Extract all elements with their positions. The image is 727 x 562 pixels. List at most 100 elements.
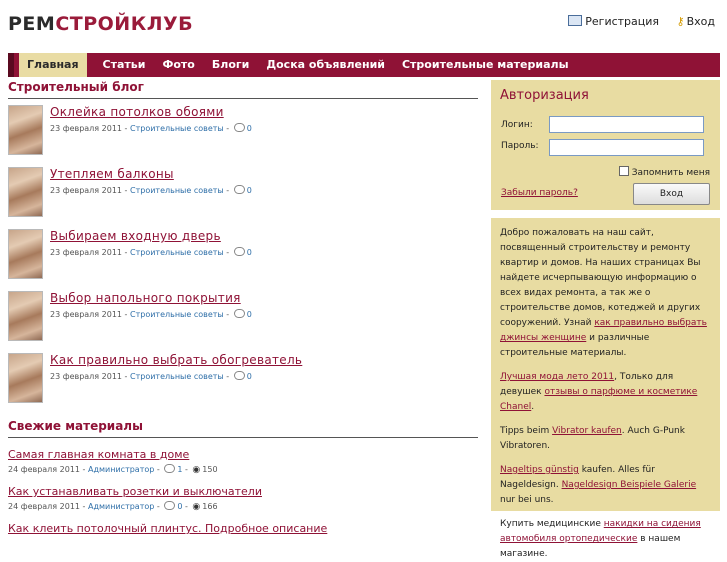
- sidebar: Авторизация Логин: Пароль: Запомнить мен…: [491, 80, 720, 559]
- forgot-password-link[interactable]: Забыли пароль?: [501, 188, 578, 198]
- blog-post: Выбор напольного покрытия 23 февраля 201…: [8, 285, 478, 347]
- auth-panel: Авторизация Логин: Пароль: Запомнить мен…: [491, 80, 720, 210]
- info-paragraph: Лучшая мода лето 2011, Только для девуше…: [500, 370, 711, 415]
- comment-bubble-icon: [233, 123, 245, 132]
- post-category-link[interactable]: Строительные советы: [130, 124, 224, 133]
- post-category-link[interactable]: Строительные советы: [130, 310, 224, 319]
- post-thumbnail[interactable]: [8, 167, 43, 217]
- fresh-item: Самая главная комната в доме 24 февраля …: [8, 448, 478, 475]
- info-text: Добро пожаловать на наш сайт, посвященны…: [500, 228, 701, 328]
- post-category-link[interactable]: Строительные советы: [130, 372, 224, 381]
- info-link[interactable]: Vibrator kaufen: [552, 426, 622, 436]
- views-count: 166: [202, 502, 218, 511]
- fresh-meta: 24 февраля 2011 - Администратор - 0 - ◉ 1…: [8, 501, 218, 512]
- info-paragraph: Nageltips günstig kaufen. Alles für Nage…: [500, 463, 711, 508]
- blog-section-title: Строительный блог: [8, 80, 478, 99]
- post-comments-link[interactable]: 0: [247, 310, 252, 319]
- info-panel: Добро пожаловать на наш сайт, посвященны…: [491, 218, 720, 559]
- post-comments-link[interactable]: 0: [247, 248, 252, 257]
- post-comments-link[interactable]: 0: [247, 186, 252, 195]
- login-input[interactable]: [549, 116, 704, 133]
- comment-bubble-icon: [164, 501, 176, 510]
- post-title-link[interactable]: Как правильно выбрать обогреватель: [50, 353, 302, 367]
- post-title-link[interactable]: Выбираем входную дверь: [50, 229, 221, 243]
- author-link[interactable]: Администратор: [88, 465, 154, 474]
- fresh-title-link[interactable]: Как клеить потолочный плинтус. Подробное…: [8, 522, 478, 535]
- fresh-section-title: Свежие материалы: [8, 419, 478, 438]
- post-category-link[interactable]: Строительные советы: [130, 186, 224, 195]
- comment-bubble-icon: [233, 247, 245, 256]
- fresh-title-link[interactable]: Самая главная комната в доме: [8, 448, 478, 461]
- comment-bubble-icon: [233, 309, 245, 318]
- fresh-title-link[interactable]: Как устанавливать розетки и выключатели: [8, 485, 478, 498]
- password-input[interactable]: [549, 139, 704, 156]
- register-label: Регистрация: [585, 15, 660, 28]
- post-title-link[interactable]: Оклейка потолков обоями: [50, 105, 224, 119]
- remember-label: Запомнить меня: [631, 168, 710, 178]
- login-label: Логин:: [501, 120, 533, 130]
- info-text: .: [531, 402, 535, 412]
- info-text: Tipps beim: [500, 426, 553, 436]
- card-icon: [568, 15, 583, 26]
- post-comments-link[interactable]: 0: [247, 124, 252, 133]
- post-thumbnail[interactable]: [8, 353, 43, 403]
- login-submit-button[interactable]: Вход: [633, 183, 710, 205]
- logo-part-1: РЕМ: [8, 13, 56, 35]
- post-thumbnail[interactable]: [8, 229, 43, 279]
- blog-post: Выбираем входную дверь 23 февраля 2011 -…: [8, 223, 478, 285]
- post-comments-link[interactable]: 0: [247, 372, 252, 381]
- fresh-date: 24 февраля 2011: [8, 502, 81, 511]
- site-header: РЕМСТРОЙКЛУБ Регистрация ⚷ Вход: [0, 0, 727, 50]
- post-thumbnail[interactable]: [8, 291, 43, 341]
- logo-part-2: СТРОЙ: [55, 13, 131, 35]
- info-text: Купить медицинские: [500, 519, 604, 529]
- main-menu: Главная Статьи Фото Блоги Доска объявлен…: [8, 53, 720, 77]
- menu-item-home[interactable]: Главная: [19, 53, 87, 77]
- post-meta: 23 февраля 2011 - Строительные советы - …: [50, 185, 252, 195]
- menu-item-board[interactable]: Доска объявлений: [258, 53, 393, 77]
- remember-checkbox[interactable]: [618, 166, 629, 176]
- menu-item-articles[interactable]: Статьи: [95, 53, 154, 77]
- info-link[interactable]: Nageldesign Beispiele Galerie: [562, 480, 697, 490]
- menu-item-blogs[interactable]: Блоги: [204, 53, 257, 77]
- menu-item-photo[interactable]: Фото: [154, 53, 202, 77]
- post-date: 23 февраля 2011: [50, 372, 123, 381]
- info-link[interactable]: Nageltips günstig: [500, 465, 579, 475]
- author-link[interactable]: Администратор: [88, 502, 154, 511]
- fresh-comments-link[interactable]: 0: [177, 502, 182, 511]
- comment-bubble-icon: [233, 185, 245, 194]
- top-nav: Регистрация ⚷ Вход: [554, 15, 715, 28]
- info-paragraph: Добро пожаловать на наш сайт, посвященны…: [500, 226, 711, 361]
- post-meta: 23 февраля 2011 - Строительные советы - …: [50, 247, 252, 257]
- post-date: 23 февраля 2011: [50, 186, 123, 195]
- site-logo[interactable]: РЕМСТРОЙКЛУБ: [8, 13, 193, 35]
- comment-bubble-icon: [233, 371, 245, 380]
- post-date: 23 февраля 2011: [50, 248, 123, 257]
- main-content: Строительный блог Оклейка потолков обоям…: [8, 80, 478, 535]
- login-link[interactable]: ⚷ Вход: [677, 15, 715, 28]
- remember-me[interactable]: Запомнить меня: [618, 166, 710, 178]
- views-count: 150: [202, 465, 218, 474]
- post-meta: 23 февраля 2011 - Строительные советы - …: [50, 123, 252, 133]
- info-link[interactable]: Лучшая мода лето 2011: [500, 372, 614, 382]
- info-paragraph: Купить медицинские накидки на сидения ав…: [500, 517, 711, 562]
- fresh-meta: 24 февраля 2011 - Администратор - 1 - ◉ 1…: [8, 464, 218, 475]
- fresh-date: 24 февраля 2011: [8, 465, 81, 474]
- post-category-link[interactable]: Строительные советы: [130, 248, 224, 257]
- post-title-link[interactable]: Утепляем балконы: [50, 167, 174, 181]
- fresh-comments-link[interactable]: 1: [177, 465, 182, 474]
- blog-post: Утепляем балконы 23 февраля 2011 - Строи…: [8, 161, 478, 223]
- eye-icon: ◉: [192, 465, 201, 475]
- post-title-link[interactable]: Выбор напольного покрытия: [50, 291, 241, 305]
- fresh-item: Как устанавливать розетки и выключатели …: [8, 485, 478, 512]
- login-label: Вход: [686, 15, 715, 28]
- post-thumbnail[interactable]: [8, 105, 43, 155]
- info-paragraph: Tipps beim Vibrator kaufen. Auch G-Punk …: [500, 424, 711, 454]
- password-label: Пароль:: [501, 141, 539, 151]
- post-meta: 23 февраля 2011 - Строительные советы - …: [50, 371, 252, 381]
- blog-post: Оклейка потолков обоями 23 февраля 2011 …: [8, 99, 478, 161]
- register-link[interactable]: Регистрация: [568, 15, 659, 28]
- auth-title: Авторизация: [500, 88, 589, 103]
- post-date: 23 февраля 2011: [50, 310, 123, 319]
- menu-item-materials[interactable]: Строительные материалы: [394, 53, 577, 77]
